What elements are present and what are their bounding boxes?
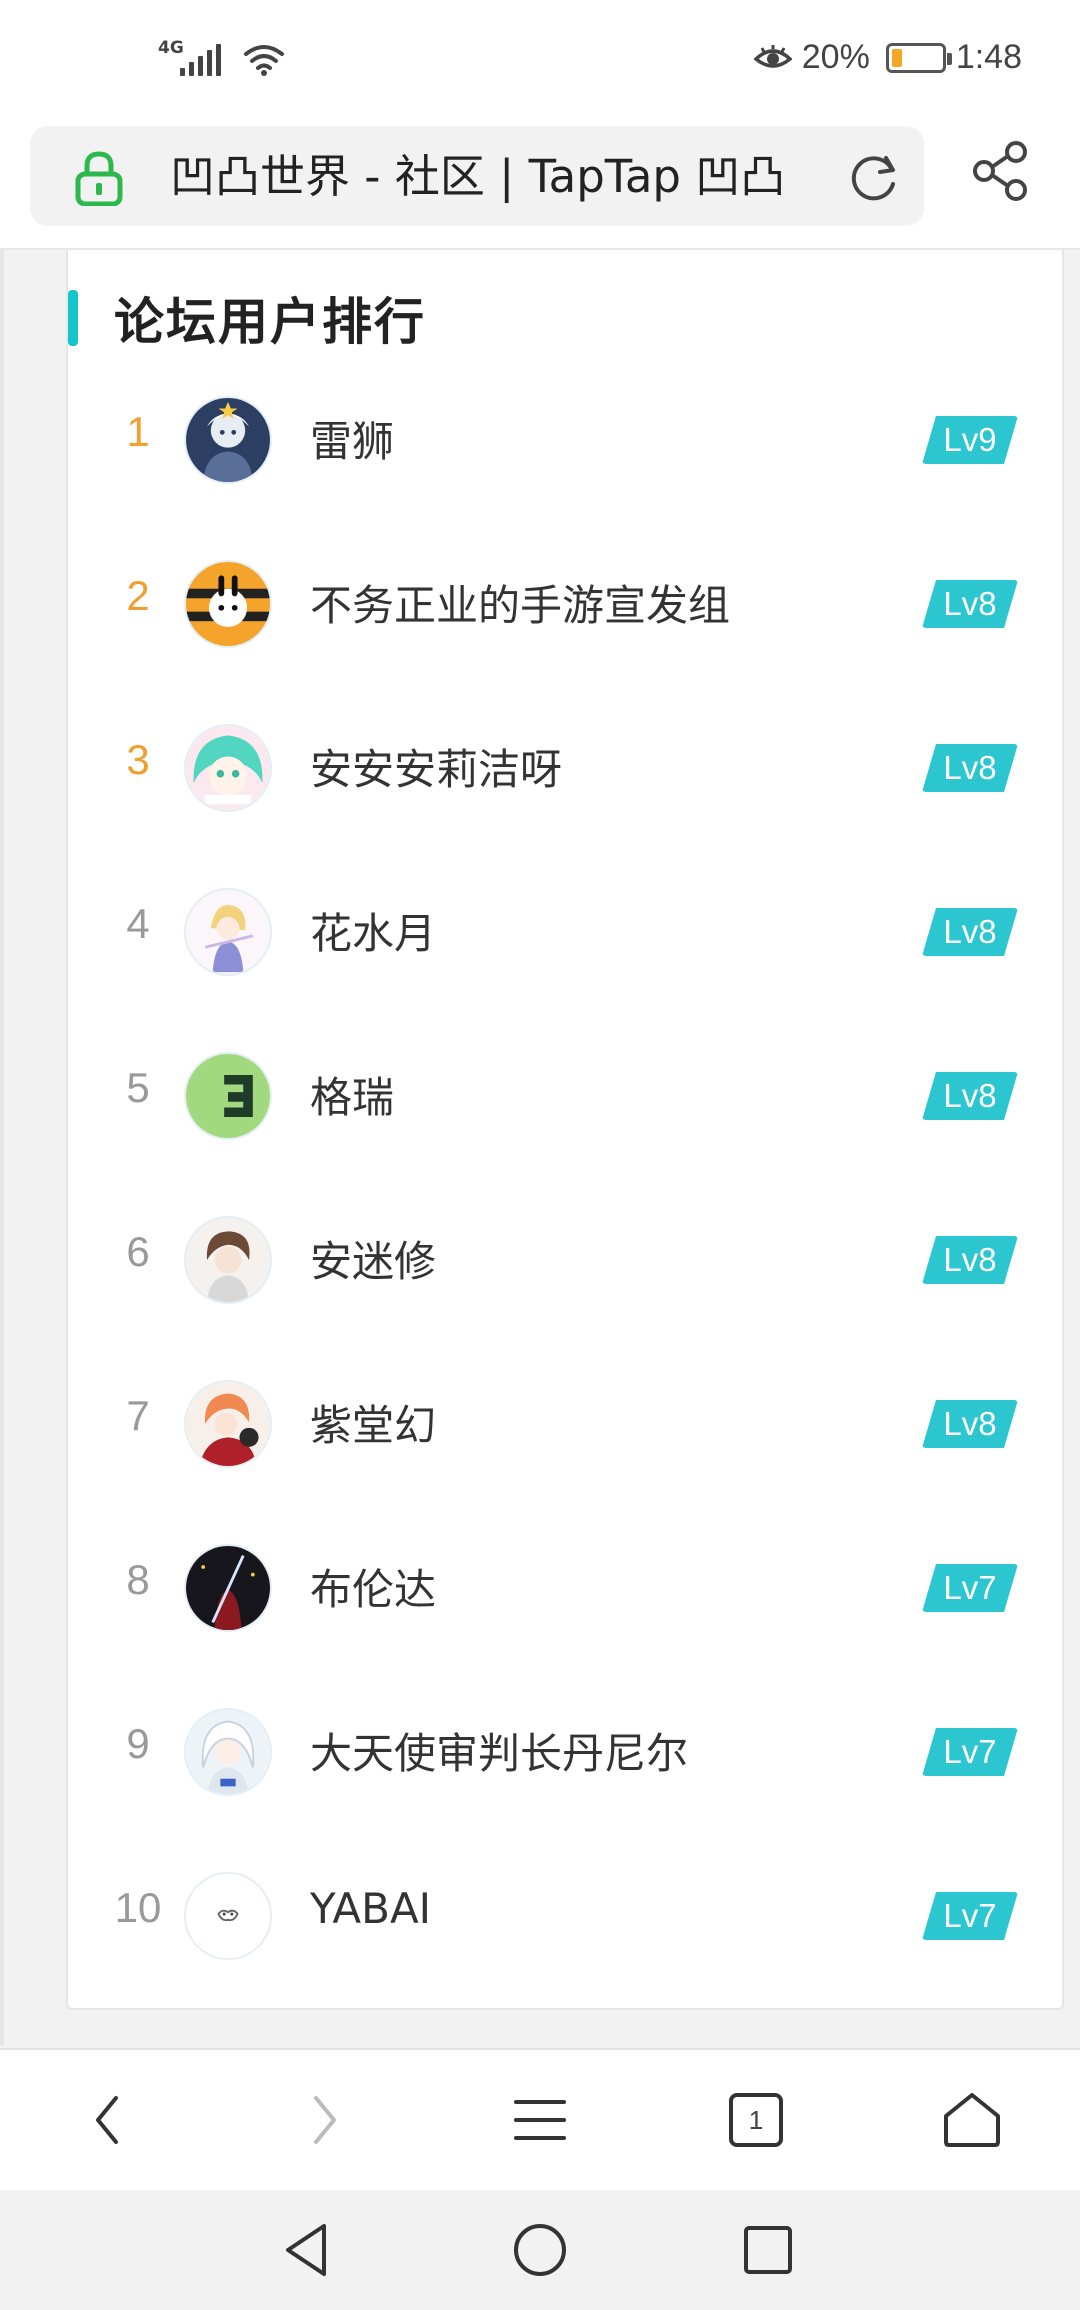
- browser-toolbar: 1: [0, 2048, 1080, 2190]
- share-icon[interactable]: [970, 140, 1032, 202]
- status-bar: 4G 20% 1:48: [0, 0, 1080, 120]
- username[interactable]: 雷狮: [310, 408, 394, 469]
- username[interactable]: 不务正业的手游宣发组: [310, 572, 730, 633]
- signal-icon: [180, 44, 221, 76]
- username[interactable]: 紫堂幻: [310, 1392, 436, 1453]
- level-badge: Lv8: [922, 580, 1018, 628]
- nav-recent-icon[interactable]: [732, 2214, 804, 2286]
- forward-button[interactable]: [288, 2084, 360, 2156]
- level-badge: Lv7: [922, 1564, 1018, 1612]
- user-ranking-card: 论坛用户排行 1 雷狮 Lv9 2 不务正业的手游宣发组 Lv8 3 安安安莉洁…: [66, 250, 1064, 2010]
- level-badge: Lv8: [922, 1236, 1018, 1284]
- ranking-list: 1 雷狮 Lv9 2 不务正业的手游宣发组 Lv8 3 安安安莉洁呀 Lv8 4…: [68, 358, 1062, 1998]
- ranking-row[interactable]: 4 花水月 Lv8: [68, 850, 1062, 1014]
- ranking-row[interactable]: 10 YABAI Lv7: [68, 1834, 1062, 1998]
- address-bar[interactable]: 凹凸世界 - 社区 | TapTap 凹凸: [30, 126, 924, 226]
- reload-icon[interactable]: [846, 150, 902, 206]
- user-avatar[interactable]: [184, 560, 272, 648]
- browser-address-area: 凹凸世界 - 社区 | TapTap 凹凸: [0, 120, 1080, 250]
- user-avatar[interactable]: [184, 724, 272, 812]
- level-badge: Lv8: [922, 908, 1018, 956]
- username[interactable]: 大天使审判长丹尼尔: [310, 1720, 688, 1781]
- nav-back-icon[interactable]: [272, 2214, 344, 2286]
- username[interactable]: 安迷修: [310, 1228, 436, 1289]
- eye-comfort-icon: [753, 44, 792, 68]
- lock-icon: [75, 151, 123, 206]
- username[interactable]: 格瑞: [310, 1064, 394, 1125]
- battery-icon: [885, 42, 952, 73]
- nav-home-icon[interactable]: [504, 2214, 576, 2286]
- battery-fill: [891, 48, 902, 67]
- level-badge: Lv7: [922, 1892, 1018, 1940]
- username[interactable]: YABAI: [310, 1884, 431, 1933]
- menu-icon: [514, 2100, 566, 2140]
- status-left: 4G: [158, 38, 285, 76]
- ranking-row[interactable]: 6 安迷修 Lv8: [68, 1178, 1062, 1342]
- menu-button[interactable]: [504, 2084, 576, 2156]
- ranking-row[interactable]: 5 格瑞 Lv8: [68, 1014, 1062, 1178]
- ranking-row[interactable]: 8 布伦达 Lv7: [68, 1506, 1062, 1670]
- user-avatar[interactable]: [184, 1872, 272, 1960]
- network-type-label: 4G: [158, 38, 184, 58]
- ranking-row[interactable]: 2 不务正业的手游宣发组 Lv8: [68, 522, 1062, 686]
- forward-icon: [314, 2096, 336, 2144]
- user-avatar[interactable]: [184, 1052, 272, 1140]
- user-avatar[interactable]: [184, 1544, 272, 1632]
- ranking-row[interactable]: 9 大天使审判长丹尼尔 Lv7: [68, 1670, 1062, 1834]
- page-edge: [0, 250, 4, 2045]
- home-button[interactable]: [936, 2084, 1008, 2156]
- page-title: 凹凸世界 - 社区 | TapTap 凹凸: [170, 150, 786, 203]
- wifi-icon: [244, 45, 284, 76]
- level-badge: Lv8: [922, 1400, 1018, 1448]
- home-icon: [944, 2093, 1000, 2147]
- user-avatar[interactable]: [184, 1216, 272, 1304]
- section-title: 论坛用户排行: [114, 293, 426, 351]
- user-avatar[interactable]: [184, 1380, 272, 1468]
- level-badge: Lv8: [922, 744, 1018, 792]
- ranking-row[interactable]: 3 安安安莉洁呀 Lv8: [68, 686, 1062, 850]
- back-icon: [96, 2096, 118, 2144]
- level-badge: Lv8: [922, 1072, 1018, 1120]
- back-button[interactable]: [72, 2084, 144, 2156]
- section-marker: [68, 290, 78, 346]
- level-badge: Lv7: [922, 1728, 1018, 1776]
- username[interactable]: 花水月: [310, 900, 436, 961]
- system-nav-bar: [0, 2190, 1080, 2310]
- user-avatar[interactable]: [184, 888, 272, 976]
- user-avatar[interactable]: [184, 1708, 272, 1796]
- username[interactable]: 安安安莉洁呀: [310, 736, 562, 797]
- tab-count: 1: [748, 2104, 764, 2135]
- username[interactable]: 布伦达: [310, 1556, 436, 1617]
- clock-time: 1:48: [955, 38, 1022, 76]
- tabs-button[interactable]: 1: [720, 2084, 792, 2156]
- status-right: 20% 1:48: [753, 38, 1022, 77]
- battery-percent: 20%: [801, 38, 870, 76]
- ranking-row[interactable]: 7 紫堂幻 Lv8: [68, 1342, 1062, 1506]
- user-avatar[interactable]: [184, 396, 272, 484]
- level-badge: Lv9: [922, 416, 1018, 464]
- ranking-row[interactable]: 1 雷狮 Lv9: [68, 358, 1062, 522]
